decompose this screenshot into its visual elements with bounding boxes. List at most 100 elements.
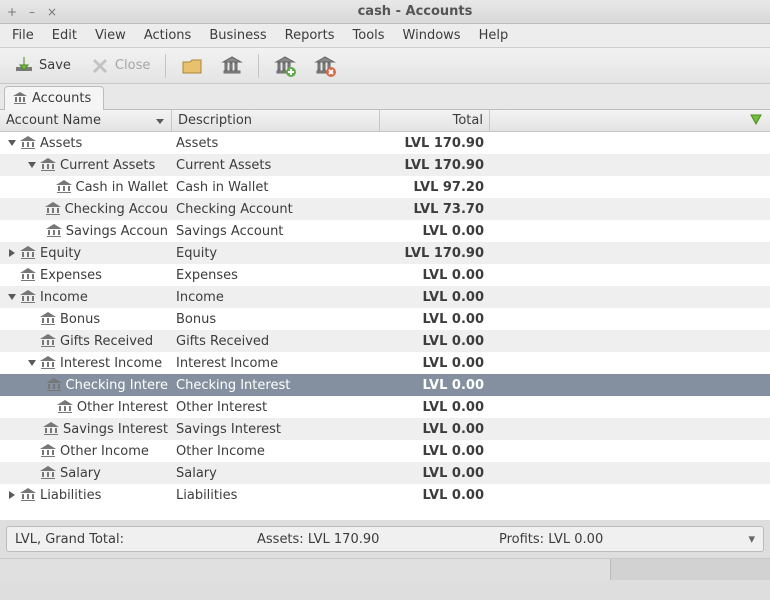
account-description: Checking Account (176, 202, 293, 217)
bank-icon (57, 400, 73, 414)
bank-icon (40, 466, 56, 480)
menu-business[interactable]: Business (201, 25, 274, 46)
account-total: LVL 0.00 (423, 422, 484, 437)
bank-icon (56, 180, 72, 194)
expander-placeholder (33, 423, 41, 435)
edit-account-button[interactable] (214, 51, 250, 81)
account-total: LVL 0.00 (423, 312, 484, 327)
account-description: Savings Account (176, 224, 283, 239)
collapse-icon[interactable] (26, 357, 38, 369)
account-row[interactable]: Savings Interest Savings Interest LVL 0.00 (0, 418, 770, 440)
save-button[interactable]: Save (6, 51, 78, 81)
column-chooser-icon[interactable] (748, 111, 764, 131)
account-row[interactable]: ExpensesExpensesLVL 0.00 (0, 264, 770, 286)
account-name: Checking Accou (65, 202, 168, 217)
account-total: LVL 73.70 (414, 202, 484, 217)
window-new-icon[interactable]: + (6, 6, 18, 18)
bank-icon (20, 136, 36, 150)
account-row[interactable]: Savings AccounSavings AccountLVL 0.00 (0, 220, 770, 242)
window-close-icon[interactable]: × (46, 6, 58, 18)
account-name: Assets (40, 136, 82, 151)
account-row[interactable]: Current AssetsCurrent AssetsLVL 170.90 (0, 154, 770, 176)
account-row[interactable]: Gifts ReceivedGifts ReceivedLVL 0.00 (0, 330, 770, 352)
menu-reports[interactable]: Reports (277, 25, 343, 46)
close-label: Close (115, 58, 150, 73)
bank-icon (40, 356, 56, 370)
column-header-total[interactable]: Total (380, 110, 490, 131)
window-titlebar: + – × cash - Accounts (0, 0, 770, 24)
expander-placeholder (6, 269, 18, 281)
menu-view[interactable]: View (87, 25, 134, 46)
tab-accounts[interactable]: Accounts (4, 86, 104, 110)
account-description: Savings Interest (176, 422, 281, 437)
account-row[interactable]: AssetsAssetsLVL 170.90 (0, 132, 770, 154)
account-row[interactable]: Checking Accou Checking Account LVL 73.70 (0, 198, 770, 220)
account-row[interactable]: Checking IntereChecking InterestLVL 0.00 (0, 374, 770, 396)
column-header-description[interactable]: Description (172, 110, 380, 131)
menu-tools[interactable]: Tools (345, 25, 393, 46)
summary-bar[interactable]: LVL, Grand Total: Assets: LVL 170.90 Pro… (6, 526, 764, 552)
account-description: Bonus (176, 312, 216, 327)
account-name: Savings Accoun (66, 224, 168, 239)
expander-placeholder (26, 335, 38, 347)
new-account-button[interactable] (267, 51, 303, 81)
account-row[interactable]: SalarySalaryLVL 0.00 (0, 462, 770, 484)
menu-help[interactable]: Help (471, 25, 517, 46)
menu-actions[interactable]: Actions (136, 25, 200, 46)
toolbar-separator (258, 54, 259, 78)
collapse-icon[interactable] (6, 291, 18, 303)
account-name: Salary (60, 466, 101, 481)
account-description: Assets (176, 136, 218, 151)
expand-icon[interactable] (6, 247, 18, 259)
account-row[interactable]: Other InterestOther InterestLVL 0.00 (0, 396, 770, 418)
collapse-icon[interactable] (26, 159, 38, 171)
account-row[interactable]: EquityEquityLVL 170.90 (0, 242, 770, 264)
expander-placeholder (26, 467, 38, 479)
account-description: Expenses (176, 268, 238, 283)
toolbar-separator (165, 54, 166, 78)
menu-file[interactable]: File (4, 25, 42, 46)
open-account-button[interactable] (174, 51, 210, 81)
delete-account-button[interactable] (307, 51, 343, 81)
account-name: Gifts Received (60, 334, 153, 349)
account-name: Equity (40, 246, 81, 261)
account-total: LVL 0.00 (423, 466, 484, 481)
column-header-tail (490, 110, 770, 131)
account-total: LVL 0.00 (423, 356, 484, 371)
account-total: LVL 0.00 (423, 400, 484, 415)
account-row[interactable]: IncomeIncomeLVL 0.00 (0, 286, 770, 308)
window-minimize-icon[interactable]: – (26, 6, 38, 18)
account-name: Expenses (40, 268, 102, 283)
expand-icon[interactable] (6, 489, 18, 501)
menu-edit[interactable]: Edit (44, 25, 85, 46)
account-name: Savings Interest (63, 422, 168, 437)
account-name: Cash in Wallet (76, 180, 168, 195)
summary-dropdown-icon[interactable]: ▾ (741, 532, 755, 547)
tree-header: Account Name Description Total (0, 110, 770, 132)
menu-windows[interactable]: Windows (395, 25, 469, 46)
column-header-name[interactable]: Account Name (0, 110, 172, 131)
close-button: Close (82, 51, 157, 81)
bank-icon (13, 92, 27, 106)
account-name: Current Assets (60, 158, 155, 173)
bank-icon (43, 422, 59, 436)
toolbar: Save Close (0, 48, 770, 84)
account-row[interactable]: BonusBonusLVL 0.00 (0, 308, 770, 330)
collapse-icon[interactable] (6, 137, 18, 149)
account-row[interactable]: Interest IncomeInterest IncomeLVL 0.00 (0, 352, 770, 374)
summary-currency: LVL, Grand Total: (15, 532, 257, 547)
account-row[interactable]: Other IncomeOther IncomeLVL 0.00 (0, 440, 770, 462)
account-tree[interactable]: AssetsAssetsLVL 170.90Current AssetsCurr… (0, 132, 770, 520)
account-name: Other Income (60, 444, 149, 459)
account-description: Gifts Received (176, 334, 269, 349)
account-name: Other Interest (77, 400, 168, 415)
account-row[interactable]: Cash in WalletCash in WalletLVL 97.20 (0, 176, 770, 198)
bank-icon (40, 334, 56, 348)
sort-indicator-icon[interactable] (155, 116, 165, 126)
account-row[interactable]: LiabilitiesLiabilitiesLVL 0.00 (0, 484, 770, 506)
account-total: LVL 97.20 (414, 180, 484, 195)
account-description: Interest Income (176, 356, 278, 371)
bank-icon (45, 202, 61, 216)
resize-grip[interactable] (610, 559, 770, 580)
account-total: LVL 0.00 (423, 444, 484, 459)
